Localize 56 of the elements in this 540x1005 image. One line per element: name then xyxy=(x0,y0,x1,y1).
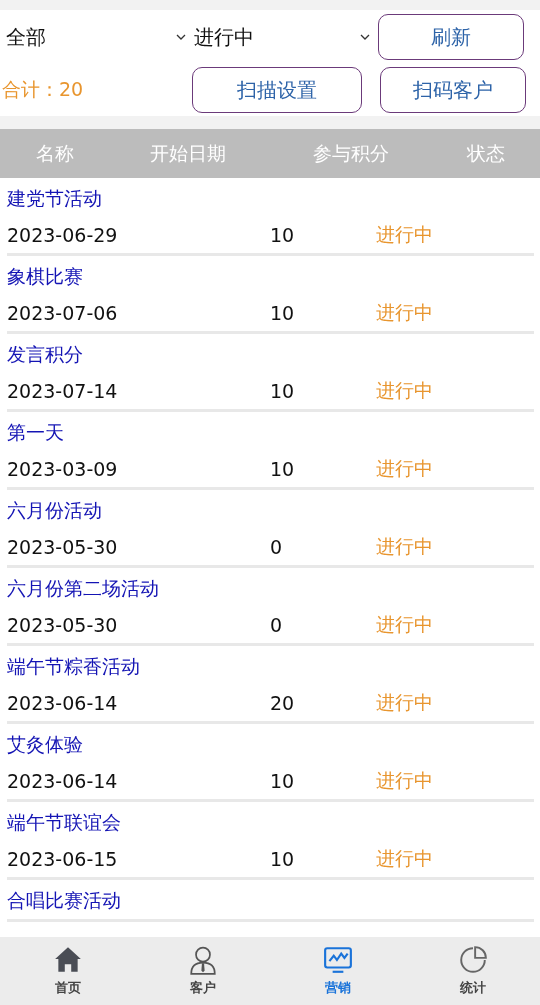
nav-tab[interactable]: 客户 xyxy=(135,937,270,1005)
table-cell-text: 10 xyxy=(270,380,296,402)
chart-icon xyxy=(322,945,353,975)
scan-customer-button[interactable]: 扫码客户 xyxy=(380,67,526,113)
pie-chart-icon xyxy=(457,945,488,975)
table-cell-text: 2023-03-09 xyxy=(7,458,119,480)
table-cell-text: 0 xyxy=(270,536,284,558)
table-cell-text: 10 xyxy=(270,770,296,792)
table-cell-text: 10 xyxy=(270,458,296,480)
table-cell-text: 2023-05-30 xyxy=(7,536,119,558)
activity-name[interactable]: 六月份第二场活动 xyxy=(7,568,534,607)
activity-name[interactable]: 端午节联谊会 xyxy=(7,802,534,841)
table-cell-text: 2023-06-15 xyxy=(7,848,119,870)
activity-name[interactable]: 建党节活动 xyxy=(7,178,534,217)
table-cell-text: 10 xyxy=(270,302,296,324)
table-cell-text: 2023-05-30 xyxy=(7,614,119,636)
activity-name[interactable]: 艾灸体验 xyxy=(7,724,534,763)
column-header: 状态 xyxy=(466,140,506,166)
total-count: 合计：20 xyxy=(1,77,84,102)
status-text: 进行中 xyxy=(376,846,433,871)
table-cell-text: 2023-07-06 xyxy=(7,302,119,324)
status-text: 进行中 xyxy=(376,378,433,403)
activity-name[interactable]: 象棋比赛 xyxy=(7,256,534,295)
dropdown-field[interactable]: 进行中 xyxy=(186,14,370,60)
person-icon xyxy=(187,945,218,975)
table-cell-text: 10 xyxy=(270,224,296,246)
status-text: 进行中 xyxy=(376,456,433,481)
nav-tab[interactable]: 营销 xyxy=(270,937,405,1005)
activity-name[interactable]: 发言积分 xyxy=(7,334,534,373)
status-text: 进行中 xyxy=(376,534,433,559)
dropdown-field[interactable]: 全部 xyxy=(0,14,186,60)
table-cell-text: 2023-06-29 xyxy=(7,224,119,246)
column-header: 名称 xyxy=(35,140,75,166)
status-text: 进行中 xyxy=(376,612,433,637)
nav-tab[interactable]: 首页 xyxy=(0,937,135,1005)
nav-tab[interactable]: 统计 xyxy=(405,937,540,1005)
caret-icon xyxy=(360,34,370,40)
status-text: 进行中 xyxy=(376,768,433,793)
table-cell-text: 0 xyxy=(270,614,284,636)
table-cell-text: 2023-07-14 xyxy=(7,380,119,402)
activity-name[interactable]: 端午节粽香活动 xyxy=(7,646,534,685)
table-cell-text: 2023-06-14 xyxy=(7,770,119,792)
status-text: 进行中 xyxy=(376,300,433,325)
scan-settings-button[interactable]: 扫描设置 xyxy=(192,67,362,113)
activity-name[interactable]: 合唱比赛活动 xyxy=(7,880,534,919)
status-text: 进行中 xyxy=(376,690,433,715)
activity-name[interactable]: 六月份活动 xyxy=(7,490,534,529)
refresh-button[interactable]: 刷新 xyxy=(378,14,524,60)
status-text: 进行中 xyxy=(376,222,433,247)
column-header: 开始日期 xyxy=(149,140,227,166)
table-cell-text: 2023-06-14 xyxy=(7,692,119,714)
activity-name[interactable]: 第一天 xyxy=(7,412,534,451)
caret-icon xyxy=(176,34,186,40)
table-cell-text: 20 xyxy=(270,692,296,714)
table-cell-text: 10 xyxy=(270,848,296,870)
column-header: 参与积分 xyxy=(312,140,390,166)
